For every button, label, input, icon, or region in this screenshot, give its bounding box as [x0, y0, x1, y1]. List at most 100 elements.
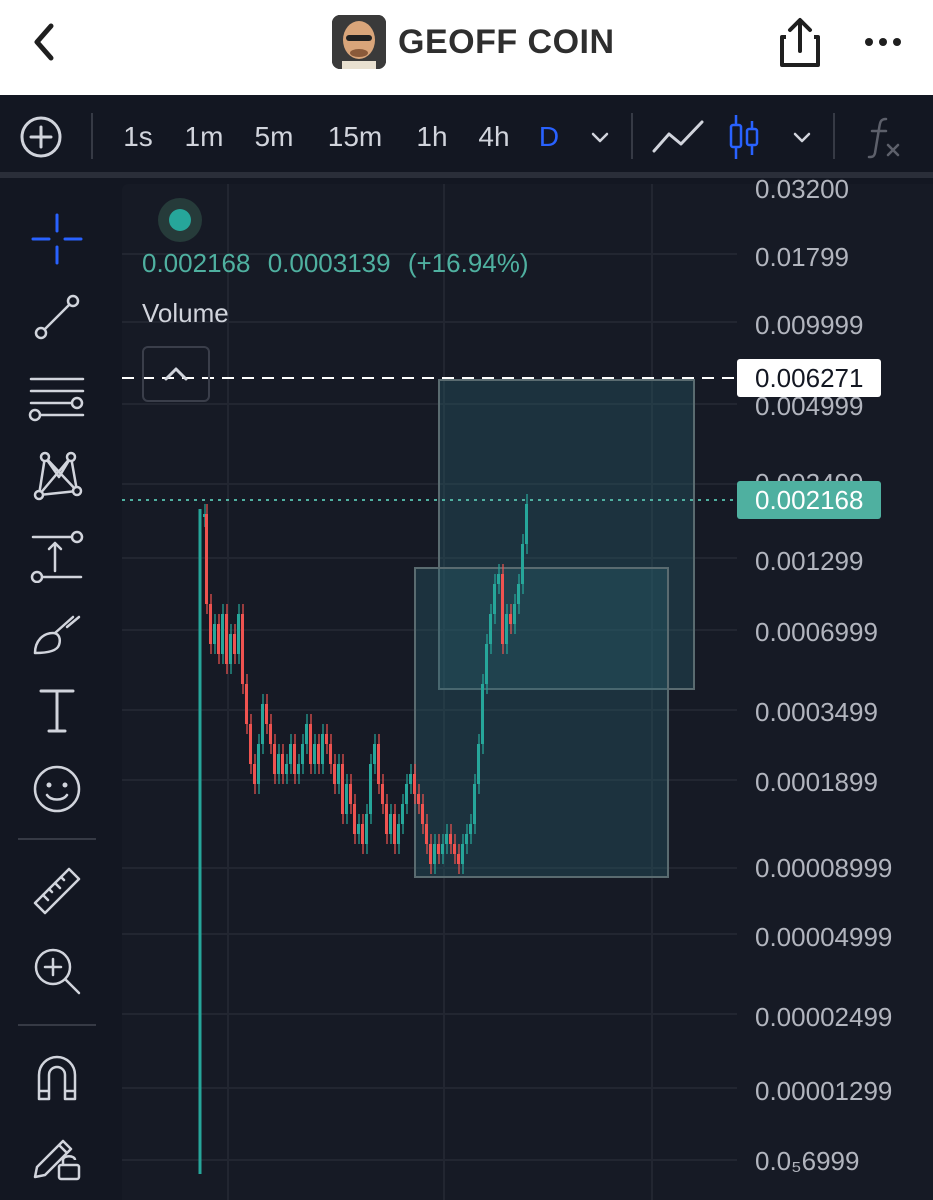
crosshair-icon: [31, 213, 83, 265]
measure-tool[interactable]: [22, 520, 92, 590]
candle-body: [409, 774, 412, 784]
text-icon: [39, 689, 75, 733]
candle-body: [421, 804, 424, 824]
candle-body: [217, 624, 220, 654]
pattern-tool[interactable]: [22, 440, 92, 510]
fib-levels-tool[interactable]: [22, 362, 92, 432]
more-button[interactable]: [858, 20, 908, 64]
share-button[interactable]: [778, 17, 822, 69]
candle-body: [437, 844, 440, 854]
more-dot: [879, 38, 887, 46]
candle-body: [237, 614, 240, 654]
candle-body: [345, 784, 348, 814]
plus-circle-icon: [20, 116, 62, 157]
indicators-button[interactable]: [856, 95, 912, 178]
interval-5m[interactable]: 5m: [246, 95, 302, 178]
candle-body: [253, 764, 256, 784]
app-header: GEOFF COIN: [0, 0, 933, 95]
candle-body: [209, 604, 212, 644]
price-axis-label: 0.00008999: [755, 853, 893, 883]
price-axis-label: 0.00001299: [755, 1076, 893, 1106]
candle-body: [509, 614, 512, 624]
chart-type-dropdown[interactable]: [786, 95, 818, 178]
candle-body: [397, 824, 400, 844]
candle-body: [297, 764, 300, 774]
interval-1m[interactable]: 1m: [176, 95, 232, 178]
candle-body: [525, 504, 528, 544]
candle-body: [473, 784, 476, 824]
candle-body: [413, 774, 416, 794]
candle-body: [361, 824, 364, 844]
volume-label: Volume: [142, 298, 229, 328]
crosshair-tool[interactable]: [22, 204, 92, 274]
line-chart-icon: [652, 120, 704, 152]
ruler-tool[interactable]: [22, 856, 92, 926]
back-button[interactable]: [22, 20, 66, 64]
emoji-tool[interactable]: [22, 754, 92, 824]
drawn-rectangle: [414, 567, 669, 878]
candle-body: [245, 684, 248, 724]
price-axis-label: 0.0001899: [755, 767, 878, 797]
trend-line-tool[interactable]: [22, 282, 92, 352]
chevron-down-icon: [793, 132, 811, 142]
candle-body: [213, 624, 216, 644]
last-price-tag: 0.002168: [737, 481, 882, 519]
candle-body: [305, 724, 308, 744]
price-axis-label: 0.03200: [755, 174, 849, 204]
candle-body: [369, 764, 372, 814]
interval-1h[interactable]: 1h: [408, 95, 456, 178]
interval-dropdown[interactable]: [584, 95, 616, 178]
candle-body: [429, 844, 432, 864]
interval-1s[interactable]: 1s: [112, 95, 164, 178]
candle-body: [493, 584, 496, 614]
toolbar-divider: [631, 113, 633, 159]
candle-body: [385, 804, 388, 834]
candle-body: [325, 734, 328, 744]
line-chart-button[interactable]: [650, 95, 706, 178]
candle-body: [501, 574, 504, 644]
candle-body: [365, 814, 368, 844]
candle-body: [357, 824, 360, 834]
candle-body: [417, 794, 420, 804]
magnet-tool[interactable]: [22, 1042, 92, 1112]
lock-drawings-tool[interactable]: [22, 1120, 92, 1190]
text-tool[interactable]: [22, 676, 92, 746]
legend-change: 0.0003139: [267, 248, 391, 278]
candle-body: [349, 784, 352, 804]
emoji-icon: [33, 765, 81, 813]
candle-body: [381, 784, 384, 804]
candle-body: [277, 754, 280, 774]
candle-body: [469, 824, 472, 834]
price-axis-label: 0.0₅6999: [755, 1146, 860, 1176]
candle-body: [233, 634, 236, 654]
candle-body: [225, 614, 228, 664]
candle-body: [433, 844, 436, 864]
candle-body: [477, 744, 480, 784]
interval-15m[interactable]: 15m: [318, 95, 392, 178]
collapse-legend-button[interactable]: [142, 346, 210, 402]
market-status-indicator: [158, 198, 202, 242]
zoom-in-tool[interactable]: [22, 936, 92, 1006]
candle-body: [521, 544, 524, 584]
brush-tool[interactable]: [22, 598, 92, 668]
candle-body: [465, 834, 468, 844]
page-title: GEOFF COIN: [398, 22, 615, 61]
candlestick-icon: [729, 114, 759, 159]
candle-body: [333, 764, 336, 784]
add-symbol-button[interactable]: [14, 95, 68, 178]
candle-body: [265, 704, 268, 724]
price-axis-label: 0.009999: [755, 310, 864, 340]
interval-4h[interactable]: 4h: [468, 95, 520, 178]
candle-body: [377, 744, 380, 784]
pattern-icon: [33, 451, 83, 501]
candle-body: [485, 644, 488, 684]
candle-body: [221, 614, 224, 654]
share-icon: [780, 18, 820, 67]
candle-body: [293, 744, 296, 774]
candle-body: [249, 724, 252, 764]
interval-d[interactable]: D: [532, 95, 566, 178]
candle-body: [517, 584, 520, 604]
lock-drawings-icon: [33, 1139, 81, 1181]
fx-icon: [867, 117, 900, 158]
candlestick-button[interactable]: [724, 95, 764, 178]
